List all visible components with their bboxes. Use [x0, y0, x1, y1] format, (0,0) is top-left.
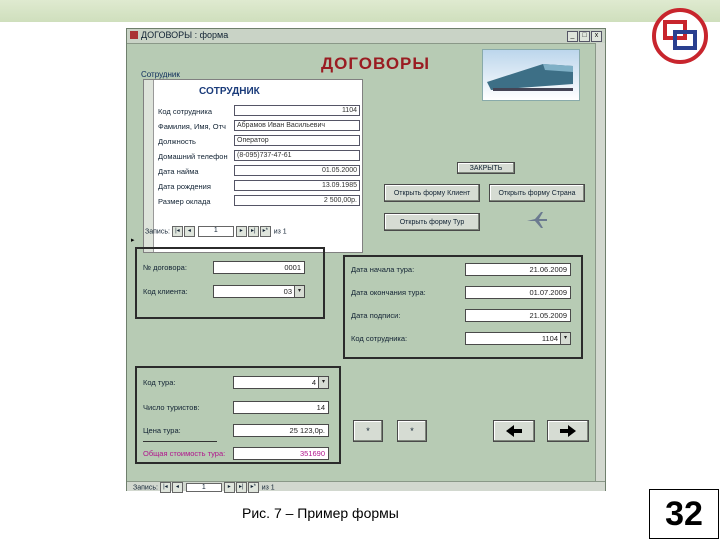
employee-code-combo[interactable]: 1104 ▾ — [465, 332, 571, 345]
employee-position-field[interactable]: Оператор — [234, 135, 360, 146]
arrow-right-icon — [560, 425, 576, 437]
field-label: Должность — [158, 137, 196, 146]
open-countries-button[interactable]: Открыть форму Страна — [489, 184, 585, 202]
next-record-button[interactable]: ▸ — [235, 226, 247, 237]
form-heading: ДОГОВОРЫ — [321, 54, 431, 73]
tour-price-field[interactable]: 25 123,0р. — [233, 424, 329, 437]
tour-end-label: Дата окончания тура: — [351, 288, 426, 297]
tour-start-field[interactable]: 21.06.2009 — [465, 263, 571, 276]
tour-price-label: Цена тура: — [143, 426, 181, 435]
record-number[interactable]: 1 — [197, 226, 234, 237]
minimize-button[interactable]: _ — [567, 31, 578, 42]
client-code-label: Код клиента: — [143, 287, 188, 296]
arrow-left-icon — [506, 425, 522, 437]
subform-caption: Сотрудник — [141, 70, 180, 79]
field-label: Размер оклада — [158, 197, 211, 206]
tour-code-label: Код тура: — [143, 378, 176, 387]
prev-record-nav-button[interactable] — [493, 420, 535, 442]
tour-code-combo[interactable]: 4 ▾ — [233, 376, 329, 389]
tourists-count-field[interactable]: 14 — [233, 401, 329, 414]
first-record-button[interactable]: |◂ — [159, 482, 171, 493]
open-clients-button[interactable]: Открыть форму Клиент — [384, 184, 480, 202]
total-cost-field[interactable]: 351690 — [233, 447, 329, 460]
figure-caption: Рис. 7 – Пример формы — [242, 505, 399, 521]
first-record-nav-button[interactable]: * — [353, 420, 383, 442]
employee-code-field[interactable]: 1104 — [234, 105, 360, 116]
tour-start-label: Дата начала тура: — [351, 265, 415, 274]
hire-date-field[interactable]: 01.05.2000 — [234, 165, 360, 176]
new-record-button[interactable]: ▸* — [259, 226, 271, 237]
contract-number-label: № договора: — [143, 263, 187, 272]
sign-date-field[interactable]: 21.05.2009 — [465, 309, 571, 322]
total-cost-label: Общая стоимость тура: — [143, 449, 226, 458]
slide-logo — [652, 8, 708, 64]
contract-group: № договора: 0001 Код клиента: 03 ▾ — [135, 247, 325, 319]
bottom-record-navigator: Запись: |◂ ◂ 1 ▸ ▸| ▸* из 1 — [127, 481, 605, 493]
field-label: Дата найма — [158, 167, 199, 176]
subform-record-navigator: Запись: |◂ ◂ 1 ▸ ▸| ▸* из 1 — [145, 226, 287, 237]
employee-title: СОТРУДНИК — [199, 86, 260, 97]
record-nav-label: Запись: — [133, 484, 158, 492]
new-record-button[interactable]: ▸* — [247, 482, 259, 493]
field-label: Домашний телефон — [158, 152, 228, 161]
record-count: из 1 — [261, 484, 275, 492]
employee-code-value: 1104 — [541, 334, 558, 343]
open-tours-button[interactable]: Открыть форму Тур — [384, 213, 480, 231]
dropdown-arrow-icon[interactable]: ▾ — [318, 377, 328, 388]
next-record-button[interactable]: ▸ — [223, 482, 235, 493]
record-selector-arrow-icon: ▸ — [131, 237, 135, 244]
access-form-window: ДОГОВОРЫ : форма _ □ x Сотрудник ДОГОВОР… — [126, 28, 606, 493]
sign-date-label: Дата подписи: — [351, 311, 401, 320]
slide-top-bar — [0, 0, 720, 22]
dropdown-arrow-icon[interactable]: ▾ — [294, 286, 304, 297]
salary-field[interactable]: 2 500,00р. — [234, 195, 360, 206]
last-record-button[interactable]: ▸| — [247, 226, 259, 237]
dropdown-arrow-icon[interactable]: ▾ — [560, 333, 570, 344]
employee-phone-field[interactable]: (8-095)737-47-61 — [234, 150, 360, 161]
client-code-value: 03 — [283, 287, 292, 296]
birth-date-field[interactable]: 13.09.1985 — [234, 180, 360, 191]
record-number[interactable]: 1 — [185, 483, 222, 492]
new-record-nav-button[interactable]: * — [397, 420, 427, 442]
first-record-button[interactable]: |◂ — [171, 226, 183, 237]
window-titlebar: ДОГОВОРЫ : форма _ □ x — [127, 29, 605, 44]
field-label: Фамилия, Имя, Отч — [158, 122, 226, 131]
dates-group: Дата начала тура: 21.06.2009 Дата оконча… — [343, 255, 583, 359]
contract-number-field[interactable]: 0001 — [213, 261, 305, 274]
field-label: Дата рождения — [158, 182, 211, 191]
prev-record-button[interactable]: ◂ — [171, 482, 183, 493]
tourists-count-label: Число туристов: — [143, 403, 200, 412]
close-button[interactable]: x — [591, 31, 602, 42]
next-record-nav-button[interactable] — [547, 420, 589, 442]
tour-code-value: 4 — [311, 378, 316, 387]
employee-name-field[interactable]: Абрамов Иван Васильевич — [234, 120, 360, 131]
maximize-button[interactable]: □ — [579, 31, 590, 42]
asterisk-icon: * — [366, 426, 370, 436]
record-count: из 1 — [273, 228, 287, 236]
prev-record-button[interactable]: ◂ — [183, 226, 195, 237]
window-title: ДОГОВОРЫ : форма — [141, 30, 229, 40]
last-record-button[interactable]: ▸| — [235, 482, 247, 493]
close-form-button[interactable]: ЗАКРЫТЬ — [457, 162, 515, 174]
tour-group: Код тура: 4 ▾ Число туристов: 14 Цена тур… — [135, 366, 341, 464]
train-image — [482, 49, 580, 101]
record-nav-label: Запись: — [145, 228, 170, 236]
employee-code-label: Код сотрудника: — [351, 334, 408, 343]
field-label: Код сотрудника — [158, 107, 213, 116]
tour-end-field[interactable]: 01.07.2009 — [465, 286, 571, 299]
page-number: 32 — [649, 489, 719, 539]
divider — [143, 441, 217, 442]
app-icon — [130, 31, 138, 39]
airplane-icon — [525, 209, 549, 231]
vertical-scrollbar[interactable] — [595, 43, 605, 481]
client-code-combo[interactable]: 03 ▾ — [213, 285, 305, 298]
asterisk-icon: * — [410, 426, 414, 436]
